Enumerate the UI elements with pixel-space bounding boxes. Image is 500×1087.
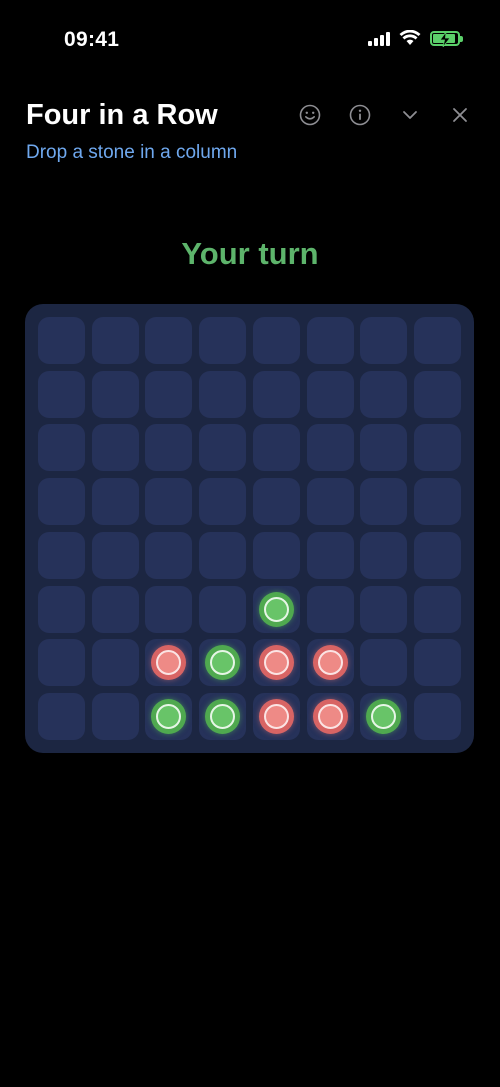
board-cell[interactable]	[38, 370, 85, 418]
board-cell[interactable]	[91, 531, 139, 579]
board-cell[interactable]	[252, 478, 300, 526]
board-cell[interactable]	[413, 639, 461, 687]
board-cell[interactable]	[199, 585, 247, 633]
board-cell[interactable]	[252, 639, 300, 687]
board-cell[interactable]	[91, 639, 139, 687]
board-cell[interactable]	[252, 531, 300, 579]
green-stone	[366, 698, 402, 734]
green-stone	[205, 698, 241, 734]
board-cell[interactable]	[360, 585, 408, 633]
board-cell[interactable]	[91, 424, 139, 472]
red-stone	[312, 645, 348, 681]
board-cell[interactable]	[199, 531, 247, 579]
game-board	[25, 304, 474, 753]
board-cell[interactable]	[413, 585, 461, 633]
board-cell[interactable]	[199, 370, 247, 418]
page-subtitle: Drop a stone in a column	[26, 142, 238, 163]
board-cell[interactable]	[38, 692, 85, 740]
green-stone	[151, 698, 187, 734]
board-cell[interactable]	[360, 424, 408, 472]
board-cell[interactable]	[199, 692, 247, 740]
board-cell[interactable]	[145, 424, 193, 472]
board-cell[interactable]	[413, 692, 461, 740]
turn-indicator: Your turn	[181, 236, 319, 271]
board-cell[interactable]	[38, 424, 85, 472]
header: Four in a Row Drop a stone in a column	[26, 95, 474, 164]
board-cell[interactable]	[306, 585, 354, 633]
cellular-signal-icon	[368, 30, 390, 46]
board-cell[interactable]	[145, 478, 193, 526]
status-bar: 09:41	[0, 0, 500, 80]
board-cell[interactable]	[38, 639, 85, 687]
board-cell[interactable]	[360, 478, 408, 526]
board-cell[interactable]	[91, 317, 139, 364]
close-icon	[453, 108, 467, 122]
board-cell[interactable]	[360, 317, 408, 364]
board-cell[interactable]	[413, 370, 461, 418]
board-cell[interactable]	[360, 370, 408, 418]
info-icon	[349, 104, 371, 126]
board-cell[interactable]	[91, 370, 139, 418]
board-cell[interactable]	[252, 317, 300, 364]
board-cell[interactable]	[145, 370, 193, 418]
board-cell[interactable]	[145, 639, 193, 687]
board-cell[interactable]	[38, 478, 85, 526]
board-cell[interactable]	[145, 585, 193, 633]
board-cell[interactable]	[252, 692, 300, 740]
board-cell[interactable]	[145, 531, 193, 579]
board-cell[interactable]	[199, 639, 247, 687]
green-stone	[258, 591, 294, 627]
board-cell[interactable]	[91, 692, 139, 740]
board-cell[interactable]	[306, 424, 354, 472]
board-cell[interactable]	[306, 692, 354, 740]
board-cell[interactable]	[252, 585, 300, 633]
smiley-icon	[299, 104, 321, 126]
board-cell[interactable]	[306, 370, 354, 418]
board-cell[interactable]	[360, 639, 408, 687]
board-cell[interactable]	[91, 585, 139, 633]
board-cell[interactable]	[145, 692, 193, 740]
board-cell[interactable]	[199, 424, 247, 472]
board-cell[interactable]	[306, 478, 354, 526]
wifi-icon	[399, 30, 421, 45]
board-cell[interactable]	[91, 478, 139, 526]
board-cell[interactable]	[252, 424, 300, 472]
status-icons	[368, 30, 463, 47]
board-cell[interactable]	[413, 317, 461, 364]
board-cell[interactable]	[145, 317, 193, 364]
board-cell[interactable]	[306, 531, 354, 579]
chevron-down-icon	[403, 111, 417, 119]
board-cell[interactable]	[413, 478, 461, 526]
red-stone	[312, 698, 348, 734]
board-cell[interactable]	[252, 370, 300, 418]
board-cell[interactable]	[360, 531, 408, 579]
board-cell[interactable]	[413, 424, 461, 472]
emoji-button[interactable]	[296, 101, 324, 129]
close-button[interactable]	[446, 101, 474, 129]
board-cell[interactable]	[306, 639, 354, 687]
board-cell[interactable]	[413, 531, 461, 579]
red-stone	[258, 698, 294, 734]
board-cell[interactable]	[199, 317, 247, 364]
info-button[interactable]	[346, 101, 374, 129]
board-cell[interactable]	[306, 317, 354, 364]
board-cell[interactable]	[360, 692, 408, 740]
header-actions	[296, 101, 474, 129]
red-stone	[151, 645, 187, 681]
battery-charging-icon	[430, 30, 463, 47]
board-cell[interactable]	[38, 531, 85, 579]
red-stone	[258, 645, 294, 681]
status-time: 09:41	[64, 28, 120, 51]
collapse-button[interactable]	[396, 101, 424, 129]
board-cell[interactable]	[38, 317, 85, 364]
board-cell[interactable]	[199, 478, 247, 526]
board-cell[interactable]	[38, 585, 85, 633]
green-stone	[205, 645, 241, 681]
